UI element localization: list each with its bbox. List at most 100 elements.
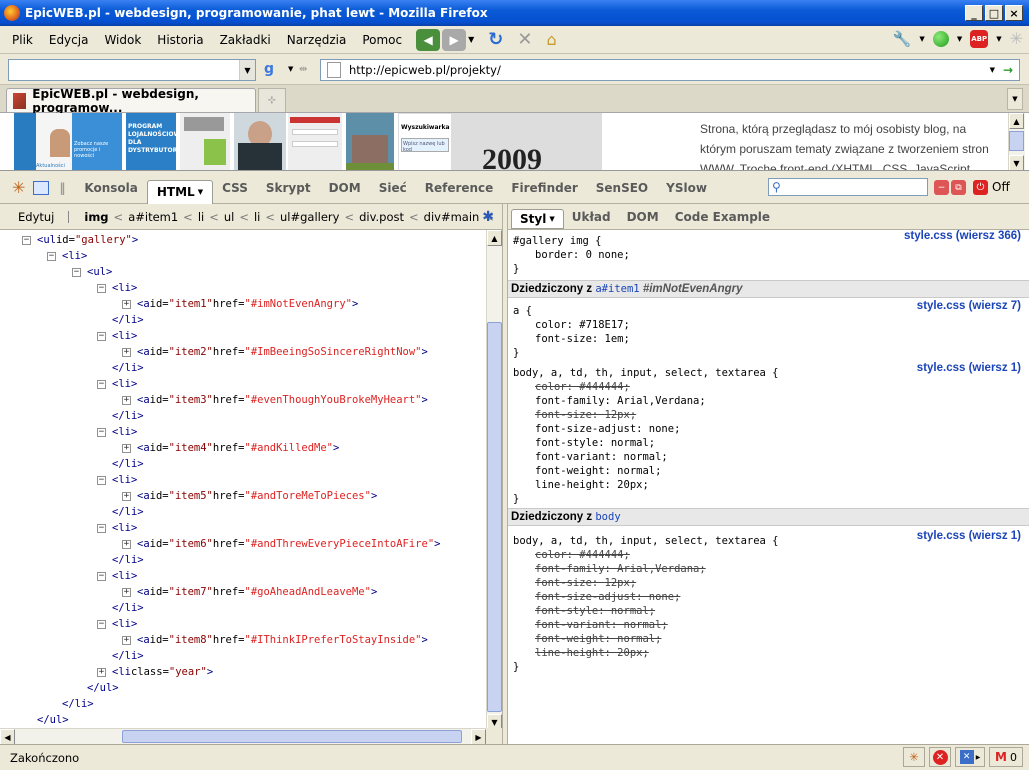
menu-narzdzia[interactable]: Narzędzia <box>279 33 355 47</box>
gmail-icon[interactable]: M0 <box>989 747 1023 767</box>
tree-vscrollbar[interactable]: ▲ ▼ <box>486 230 502 730</box>
side-tab-code-example[interactable]: Code Example <box>667 210 778 224</box>
addon-dropdown-icon[interactable]: ▼ <box>919 35 924 43</box>
inspect-icon[interactable] <box>33 180 50 195</box>
tree-node[interactable]: − <li> <box>47 248 87 264</box>
expand-icon[interactable]: + <box>122 299 131 309</box>
search-dropdown-icon[interactable]: ▼ <box>239 60 255 80</box>
search-engine-dropdown-icon[interactable]: ▼ <box>288 65 293 73</box>
tree-node[interactable]: + <a id= "item4" href= "#andKilledMe" > <box>122 440 339 456</box>
collapse-icon[interactable]: − <box>47 251 56 261</box>
expand-icon[interactable]: + <box>122 347 131 357</box>
minimize-firebug-button[interactable]: − <box>934 180 949 195</box>
expand-icon[interactable]: + <box>97 667 106 677</box>
collapse-icon[interactable]: − <box>22 235 31 245</box>
tree-node[interactable]: + <a id= "item5" href= "#andToreMeToPieces"… <box>122 488 377 504</box>
forward-button[interactable]: ▶ <box>442 28 467 51</box>
pause-icon[interactable]: ‖ <box>59 181 65 195</box>
url-input[interactable]: http://epicweb.pl/projekty/ <box>349 63 501 77</box>
expand-icon[interactable]: + <box>122 443 131 453</box>
tree-node[interactable]: </li> <box>112 456 144 472</box>
thumbnail-2[interactable]: PROGRAM LOJALNOŚCIOWY DLA DYSTRYBUTORÓW <box>126 113 189 170</box>
thumbnail-6[interactable] <box>346 113 394 170</box>
tab-list-button[interactable]: ▼ <box>1007 88 1023 110</box>
tree-node[interactable]: − <ul id= "gallery" > <box>22 232 138 248</box>
tree-node[interactable]: </li> <box>112 408 144 424</box>
breadcrumb-item[interactable]: div.post <box>354 210 409 224</box>
scroll-thumb[interactable] <box>122 730 462 743</box>
firebug-status-icon[interactable]: ✳ <box>903 747 925 767</box>
scroll-thumb[interactable] <box>487 322 502 712</box>
home-icon[interactable]: ⌂ <box>546 30 556 49</box>
tree-node[interactable]: </li> <box>112 360 144 376</box>
tree-node[interactable]: </li> <box>112 504 144 520</box>
detach-firebug-button[interactable]: ⧉ <box>951 180 966 195</box>
breadcrumb-item[interactable]: ul#gallery <box>275 210 344 224</box>
status-green-icon[interactable] <box>932 30 949 47</box>
tree-node[interactable]: + <a id= "item3" href= "#evenThoughYouBroke… <box>122 392 428 408</box>
thumbnail-7[interactable]: Wyszukiwarka Wpisz nazwę lub kod <box>398 113 452 170</box>
collapse-icon[interactable]: − <box>97 619 106 629</box>
adblock-icon[interactable]: ABP <box>970 29 989 48</box>
collapse-icon[interactable]: − <box>97 475 106 485</box>
tree-node[interactable]: + <a id= "item8" href= "#IThinkIPreferToSta… <box>122 632 428 648</box>
side-tab-dom[interactable]: DOM <box>619 210 667 224</box>
menu-pomoc[interactable]: Pomoc <box>354 33 410 47</box>
html-tree[interactable]: − <ul id= "gallery" > − <li> − <ul> − <li> + <a id=… <box>0 230 486 730</box>
tab-dropdown-icon[interactable]: ▼ <box>198 188 203 196</box>
menu-edycja[interactable]: Edycja <box>41 33 97 47</box>
tree-node[interactable]: + <a id= "item1" href= "#imNotEvenAngry" > <box>122 296 358 312</box>
tree-node[interactable]: </ul> <box>87 680 119 696</box>
collapse-icon[interactable]: − <box>97 379 106 389</box>
inherited-selector[interactable]: a#item1 <box>595 283 639 295</box>
collapse-icon[interactable]: − <box>97 331 106 341</box>
thumbnail-3[interactable] <box>180 113 230 170</box>
thumbnail-1[interactable]: Zobacz nasze promocje i nowości Aktualno… <box>14 113 122 170</box>
adblock-dropdown-icon[interactable]: ▼ <box>996 35 1001 43</box>
inspect-bug-icon[interactable]: ✱ <box>482 209 494 225</box>
menu-zakadki[interactable]: Zakładki <box>212 33 279 47</box>
collapse-icon[interactable]: − <box>97 523 106 533</box>
breadcrumb-item[interactable]: img <box>79 210 113 224</box>
css-source-link[interactable]: style.css (wiersz 7) <box>917 300 1021 312</box>
close-button[interactable]: × <box>1005 5 1023 21</box>
search-input[interactable]: ▼ <box>8 59 256 81</box>
tree-node[interactable]: − <li> <box>97 376 137 392</box>
tree-node[interactable]: − <ul> <box>72 264 112 280</box>
go-arrow-icon[interactable]: → <box>1003 63 1013 77</box>
firebug-tab-sieć[interactable]: Sieć <box>370 177 416 199</box>
menu-historia[interactable]: Historia <box>149 33 211 47</box>
firebug-tab-css[interactable]: CSS <box>213 177 257 199</box>
menu-widok[interactable]: Widok <box>96 33 149 47</box>
firebug-tab-skrypt[interactable]: Skrypt <box>257 177 320 199</box>
tree-hscrollbar[interactable]: ◀ ▶ <box>0 728 486 745</box>
error-icon[interactable]: ✕ <box>929 747 951 767</box>
firebug-tab-konsola[interactable]: Konsola <box>75 177 146 199</box>
tree-node[interactable]: </li> <box>112 648 144 664</box>
firebug-tab-firefinder[interactable]: Firefinder <box>502 177 586 199</box>
expand-icon[interactable]: + <box>122 587 131 597</box>
breadcrumb-item[interactable]: div#main <box>419 210 485 224</box>
firebug-tab-reference[interactable]: Reference <box>416 177 503 199</box>
scroll-up-button[interactable]: ▲ <box>1009 113 1024 129</box>
collapse-icon[interactable]: − <box>97 571 106 581</box>
inherited-selector[interactable]: body <box>595 511 620 523</box>
tree-node[interactable]: </li> <box>112 600 144 616</box>
tree-node[interactable]: + <a id= "item6" href= "#andThrewEveryPiece… <box>122 536 440 552</box>
breadcrumb-item[interactable]: li <box>249 210 265 224</box>
tree-node[interactable]: + <li class= "year" > <box>97 664 213 680</box>
power-icon[interactable]: ⏻ <box>973 180 988 195</box>
thumbnail-5[interactable] <box>288 113 342 170</box>
collapse-icon[interactable]: − <box>97 283 106 293</box>
scroll-left-button[interactable]: ◀ <box>0 729 15 745</box>
tree-node[interactable]: − <li> <box>97 424 137 440</box>
scroll-up-button[interactable]: ▲ <box>487 230 502 246</box>
tab-epicweb[interactable]: EpicWEB.pl - webdesign, programow... <box>6 87 256 115</box>
firebug-tab-dom[interactable]: DOM <box>320 177 370 199</box>
tree-node[interactable]: − <li> <box>97 280 137 296</box>
tree-node[interactable]: </li> <box>112 312 144 328</box>
status-dropdown-icon[interactable]: ▼ <box>957 35 962 43</box>
back-button[interactable]: ◀ <box>416 28 441 51</box>
wrench-icon[interactable]: 🔧 <box>893 30 912 48</box>
maximize-button[interactable]: □ <box>985 5 1003 21</box>
